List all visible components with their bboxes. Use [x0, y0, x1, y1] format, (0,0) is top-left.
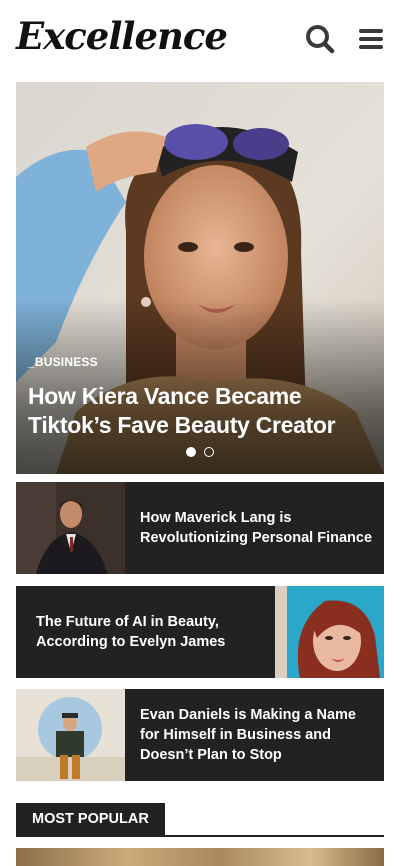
- search-button[interactable]: [303, 22, 337, 56]
- site-logo[interactable]: Excellence: [16, 14, 228, 58]
- article-title[interactable]: How Maverick Lang is Revolutionizing Per…: [140, 508, 376, 548]
- most-popular-section-header: MOST POPULAR: [16, 803, 384, 837]
- hero-category[interactable]: _BUSINESS: [28, 355, 98, 369]
- search-icon: [306, 25, 335, 54]
- article-thumbnail: [275, 586, 384, 678]
- most-popular-first-image[interactable]: [16, 848, 384, 866]
- menu-button[interactable]: [354, 22, 388, 56]
- hero-title[interactable]: How Kiera Vance Became Tiktok’s Fave Bea…: [28, 382, 368, 440]
- article-thumbnail: [16, 689, 125, 781]
- site-header: Excellence: [0, 0, 400, 82]
- slider-dot-2[interactable]: [204, 447, 214, 457]
- article-card[interactable]: Evan Daniels is Making a Name for Himsel…: [16, 689, 384, 781]
- article-card[interactable]: How Maverick Lang is Revolutionizing Per…: [16, 482, 384, 574]
- article-card[interactable]: The Future of AI in Beauty, According to…: [16, 586, 384, 678]
- most-popular-label: MOST POPULAR: [16, 803, 165, 835]
- article-title[interactable]: The Future of AI in Beauty, According to…: [36, 612, 266, 652]
- article-thumbnail: [16, 482, 125, 574]
- hero-slide[interactable]: _BUSINESS How Kiera Vance Became Tiktok’…: [16, 82, 384, 474]
- slider-dot-1[interactable]: [186, 447, 196, 457]
- article-title[interactable]: Evan Daniels is Making a Name for Himsel…: [140, 705, 376, 765]
- hamburger-menu-icon: [359, 29, 383, 49]
- slider-dots: [186, 447, 214, 457]
